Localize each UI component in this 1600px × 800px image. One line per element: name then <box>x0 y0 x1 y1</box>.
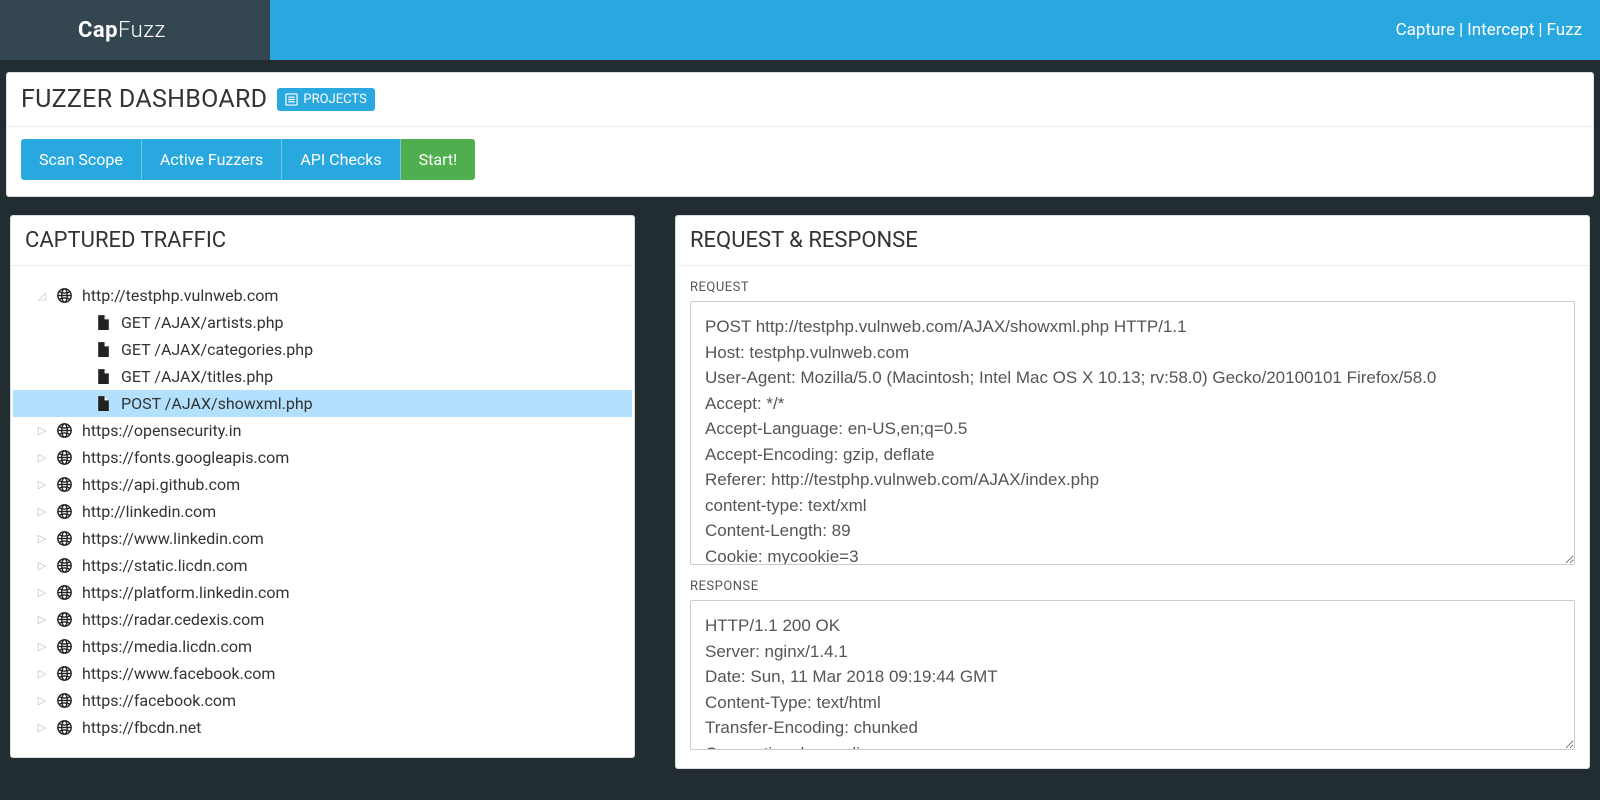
request-textarea[interactable] <box>690 301 1575 565</box>
file-icon <box>95 314 112 331</box>
request-label: GET /AJAX/titles.php <box>121 367 273 386</box>
host-label: https://www.linkedin.com <box>82 529 264 548</box>
tree-host-row[interactable]: ▷ https://opensecurity.in <box>13 417 632 444</box>
nav-intercept[interactable]: Intercept <box>1467 20 1534 40</box>
brand-bold: Cap <box>78 18 118 43</box>
api-checks-button[interactable]: API Checks <box>282 139 400 180</box>
dashboard-panel: FUZZER DASHBOARD PROJECTS Scan Scope Act… <box>6 72 1594 197</box>
topbar-nav: Capture | Intercept | Fuzz <box>270 0 1600 60</box>
request-label: GET /AJAX/categories.php <box>121 340 313 359</box>
brand-logo[interactable]: CapFuzz <box>0 0 270 60</box>
nav-capture[interactable]: Capture <box>1396 20 1455 40</box>
tree-host-row[interactable]: ◿ http://testphp.vulnweb.com <box>13 282 632 309</box>
tree-host-row[interactable]: ▷ https://fbcdn.net <box>13 714 632 741</box>
request-label: GET /AJAX/artists.php <box>121 313 284 332</box>
response-textarea[interactable] <box>690 600 1575 750</box>
nav-fuzz[interactable]: Fuzz <box>1547 20 1582 40</box>
globe-icon <box>56 503 73 520</box>
expand-icon[interactable]: ▷ <box>37 588 47 598</box>
tree-host-row[interactable]: ▷ http://linkedin.com <box>13 498 632 525</box>
file-icon <box>95 341 112 358</box>
globe-icon <box>56 476 73 493</box>
rr-title: REQUEST & RESPONSE <box>676 216 1589 266</box>
request-label: POST /AJAX/showxml.php <box>121 394 313 413</box>
tree-host-row[interactable]: ▷ https://www.linkedin.com <box>13 525 632 552</box>
traffic-tree: ◿ http://testphp.vulnweb.com GET /AJAX/art… <box>11 266 634 757</box>
nav-sep: | <box>1459 20 1463 40</box>
projects-button[interactable]: PROJECTS <box>277 88 374 111</box>
globe-icon <box>56 557 73 574</box>
host-label: http://testphp.vulnweb.com <box>82 286 278 305</box>
brand-light: Fuzz <box>118 18 166 43</box>
content-area: FUZZER DASHBOARD PROJECTS Scan Scope Act… <box>0 60 1600 799</box>
projects-label: PROJECTS <box>303 92 366 107</box>
tree-host-row[interactable]: ▷ https://fonts.googleapis.com <box>13 444 632 471</box>
globe-icon <box>56 287 73 304</box>
expand-icon[interactable]: ▷ <box>37 453 47 463</box>
globe-icon <box>56 584 73 601</box>
expand-icon[interactable]: ▷ <box>37 507 47 517</box>
globe-icon <box>56 638 73 655</box>
tree-request-row[interactable]: GET /AJAX/titles.php <box>13 363 632 390</box>
scan-scope-button[interactable]: Scan Scope <box>21 139 142 180</box>
expand-icon[interactable]: ▷ <box>37 669 47 679</box>
request-response-panel: REQUEST & RESPONSE REQUEST RESPONSE <box>675 215 1590 769</box>
expand-icon[interactable]: ▷ <box>37 696 47 706</box>
globe-icon <box>56 665 73 682</box>
tree-request-row[interactable]: POST /AJAX/showxml.php <box>13 390 632 417</box>
host-label: https://fbcdn.net <box>82 718 201 737</box>
host-label: https://www.facebook.com <box>82 664 275 683</box>
tree-host-row[interactable]: ▷ https://static.licdn.com <box>13 552 632 579</box>
tree-request-row[interactable]: GET /AJAX/artists.php <box>13 309 632 336</box>
response-label: RESPONSE <box>690 579 1575 594</box>
active-fuzzers-button[interactable]: Active Fuzzers <box>142 139 282 180</box>
expand-icon[interactable]: ▷ <box>37 480 47 490</box>
start-button[interactable]: Start! <box>401 139 476 180</box>
globe-icon <box>56 692 73 709</box>
file-icon <box>95 368 112 385</box>
host-label: https://radar.cedexis.com <box>82 610 264 629</box>
host-label: https://static.licdn.com <box>82 556 248 575</box>
tree-host-row[interactable]: ▷ https://www.facebook.com <box>13 660 632 687</box>
captured-title: CAPTURED TRAFFIC <box>11 216 634 266</box>
tree-host-row[interactable]: ▷ https://radar.cedexis.com <box>13 606 632 633</box>
globe-icon <box>56 449 73 466</box>
host-label: https://fonts.googleapis.com <box>82 448 289 467</box>
tree-host-row[interactable]: ▷ https://facebook.com <box>13 687 632 714</box>
expand-icon[interactable]: ▷ <box>37 723 47 733</box>
expand-icon[interactable]: ▷ <box>37 426 47 436</box>
globe-icon <box>56 611 73 628</box>
expand-icon[interactable]: ▷ <box>37 561 47 571</box>
file-icon <box>95 395 112 412</box>
tree-host-row[interactable]: ▷ https://media.licdn.com <box>13 633 632 660</box>
request-label: REQUEST <box>690 280 1575 295</box>
host-label: http://linkedin.com <box>82 502 216 521</box>
tree-host-row[interactable]: ▷ https://api.github.com <box>13 471 632 498</box>
host-label: https://opensecurity.in <box>82 421 241 440</box>
host-label: https://media.licdn.com <box>82 637 252 656</box>
host-label: https://facebook.com <box>82 691 236 710</box>
captured-traffic-panel: CAPTURED TRAFFIC ◿ http://testphp.vulnweb… <box>10 215 635 758</box>
globe-icon <box>56 530 73 547</box>
nav-sep: | <box>1538 20 1542 40</box>
dashboard-header: FUZZER DASHBOARD PROJECTS <box>7 73 1593 127</box>
dashboard-title: FUZZER DASHBOARD <box>21 85 267 114</box>
top-bar: CapFuzz Capture | Intercept | Fuzz <box>0 0 1600 60</box>
expand-icon[interactable]: ▷ <box>37 615 47 625</box>
dashboard-buttons: Scan Scope Active Fuzzers API Checks Sta… <box>7 127 1593 196</box>
globe-icon <box>56 422 73 439</box>
tree-host-row[interactable]: ▷ https://platform.linkedin.com <box>13 579 632 606</box>
host-label: https://api.github.com <box>82 475 240 494</box>
collapse-icon[interactable]: ◿ <box>37 291 47 301</box>
tree-request-row[interactable]: GET /AJAX/categories.php <box>13 336 632 363</box>
list-icon <box>285 93 298 106</box>
expand-icon[interactable]: ▷ <box>37 642 47 652</box>
expand-icon[interactable]: ▷ <box>37 534 47 544</box>
globe-icon <box>56 719 73 736</box>
host-label: https://platform.linkedin.com <box>82 583 290 602</box>
